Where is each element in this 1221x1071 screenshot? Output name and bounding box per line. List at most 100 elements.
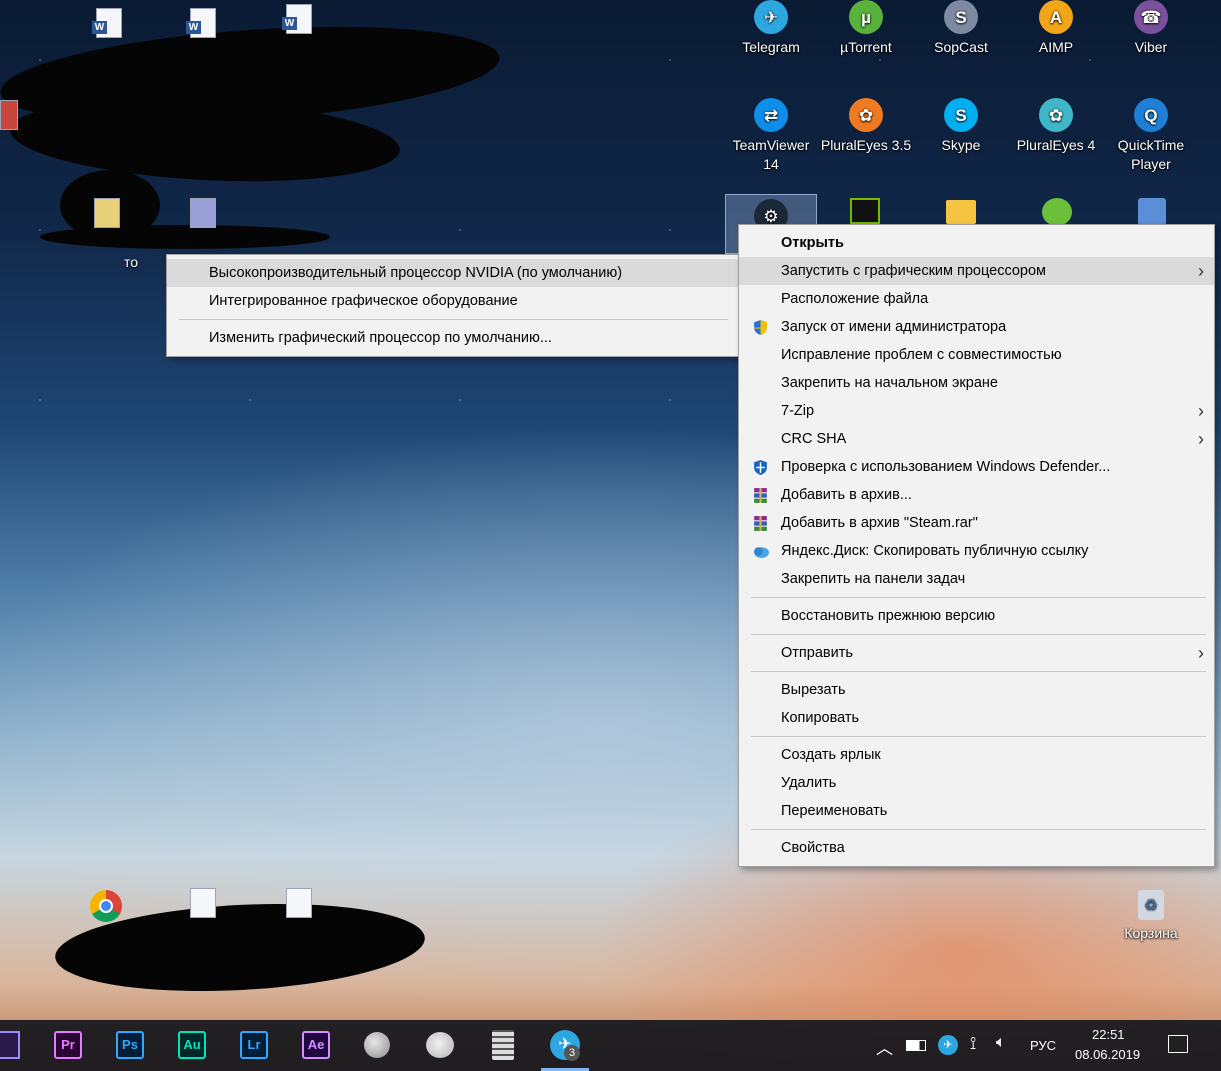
desktop-icon-label: TeamViewer 14 <box>732 137 810 172</box>
taskbar-photoshop-icon[interactable]: Ps <box>116 1031 144 1059</box>
desktop-icon-label: Telegram <box>742 39 800 55</box>
file-icon[interactable] <box>286 888 312 918</box>
file-icon[interactable] <box>0 100 18 130</box>
menu-item-label: Создать ярлык <box>781 747 881 763</box>
menu-item-add-to-steam-rar[interactable]: Добавить в архив "Steam.rar" <box>739 509 1214 537</box>
menu-item-cut[interactable]: Вырезать <box>739 676 1214 704</box>
desktop-icon-utorrent[interactable]: µ µTorrent <box>820 0 912 57</box>
menu-item-label: Добавить в архив "Steam.rar" <box>781 515 978 531</box>
green-app-icon[interactable] <box>1042 198 1072 226</box>
menu-item-label: Восстановить прежнюю версию <box>781 608 996 624</box>
menu-item-label: Удалить <box>781 775 837 791</box>
installer-icon[interactable] <box>1138 198 1166 226</box>
menu-item-pin-start[interactable]: Закрепить на начальном экране <box>739 369 1214 397</box>
menu-item-send-to[interactable]: Отправить › <box>739 639 1214 667</box>
taskbar-premiere-icon[interactable]: Pr <box>54 1031 82 1059</box>
menu-separator <box>751 634 1206 635</box>
menu-item-run-with-gpu[interactable]: Запустить с графическим процессором › <box>739 257 1214 285</box>
menu-item-label: Добавить в архив... <box>781 487 912 503</box>
menu-item-run-as-admin[interactable]: Запуск от имени администратора <box>739 313 1214 341</box>
menu-item-properties[interactable]: Свойства <box>739 834 1214 862</box>
desktop-icon-label: QuickTime Player <box>1117 137 1185 172</box>
menu-item-label: Исправление проблем с совместимостью <box>781 347 1062 363</box>
file-icon[interactable] <box>190 198 216 228</box>
menu-item-label: Запустить с графическим процессором <box>781 263 1047 279</box>
word-document-icon[interactable]: W <box>186 8 216 38</box>
taskbar-speaker-app-icon[interactable] <box>364 1032 390 1058</box>
tray-clock-date[interactable]: 08.06.2019 <box>1075 1047 1140 1062</box>
menu-separator <box>751 671 1206 672</box>
start-app-partial-icon[interactable] <box>0 1031 20 1059</box>
menu-item-yandex-disk-link[interactable]: Яндекс.Диск: Скопировать публичную ссылк… <box>739 537 1214 565</box>
menu-item-copy[interactable]: Копировать <box>739 704 1214 732</box>
taskbar-snipping-tool-icon[interactable] <box>426 1032 454 1058</box>
tray-telegram-icon[interactable]: ✈ <box>938 1035 958 1055</box>
taskbar-aftereffects-icon[interactable]: Ae <box>302 1031 330 1059</box>
word-document-icon[interactable]: W <box>282 4 312 34</box>
action-center-icon[interactable] <box>1168 1035 1188 1053</box>
desktop-icon-pluraleyes-35[interactable]: ✿ PluralEyes 3.5 <box>820 98 912 155</box>
menu-item-troubleshoot-compat[interactable]: Исправление проблем с совместимостью <box>739 341 1214 369</box>
desktop-icon-sopcast[interactable]: S SopCast <box>915 0 1007 57</box>
menu-item-label: Вырезать <box>781 682 846 698</box>
menu-separator <box>179 319 728 320</box>
desktop-icon-pluraleyes-4[interactable]: ✿ PluralEyes 4 <box>1010 98 1102 155</box>
tray-battery-icon[interactable] <box>906 1040 926 1051</box>
pluraleyes-icon: ✿ <box>1039 98 1073 132</box>
menu-item-label: Отправить <box>781 645 853 661</box>
menu-item-label: Переименовать <box>781 803 888 819</box>
file-icon[interactable] <box>94 198 120 228</box>
context-menu: Открыть Запустить с графическим процессо… <box>738 224 1215 867</box>
desktop-icon-recycle-bin[interactable]: ♻ Корзина <box>1105 890 1197 943</box>
pluraleyes-icon: ✿ <box>849 98 883 132</box>
gpu-submenu: Высокопроизводительный процессор NVIDIA … <box>166 254 741 357</box>
taskbar-lightroom-icon[interactable]: Lr <box>240 1031 268 1059</box>
desktop-icon-teamviewer[interactable]: ⇄ TeamViewer 14 <box>725 98 817 174</box>
folder-icon[interactable] <box>946 200 976 224</box>
desktop-icon-viber[interactable]: ☎ Viber <box>1105 0 1197 57</box>
taskbar: Pr Ps Au Lr Ae ✈ 3 ︿ ✈ ⟟ 🔈︎ РУС 22:51 08… <box>0 1020 1221 1071</box>
menu-item-file-location[interactable]: Расположение файла <box>739 285 1214 313</box>
menu-item-label: Открыть <box>781 235 844 251</box>
menu-item-nvidia-gpu[interactable]: Высокопроизводительный процессор NVIDIA … <box>167 259 740 287</box>
tray-wifi-icon[interactable]: ⟟ <box>970 1034 976 1054</box>
desktop-icon-skype[interactable]: S Skype <box>915 98 1007 155</box>
menu-item-defender-scan[interactable]: Проверка с использованием Windows Defend… <box>739 453 1214 481</box>
winrar-icon <box>754 488 767 503</box>
menu-item-7zip[interactable]: 7-Zip › <box>739 397 1214 425</box>
quicktime-icon: Q <box>1134 98 1168 132</box>
tray-language[interactable]: РУС <box>1030 1038 1056 1053</box>
desktop-icon-aimp[interactable]: A AIMP <box>1010 0 1102 57</box>
menu-item-pin-taskbar[interactable]: Закрепить на панели задач <box>739 565 1214 593</box>
taskbar-calculator-icon[interactable] <box>492 1030 514 1060</box>
tray-chevron-up-icon[interactable]: ︿ <box>876 1034 893 1059</box>
menu-item-label: Запуск от имени администратора <box>781 319 1007 335</box>
menu-item-crc-sha[interactable]: CRC SHA › <box>739 425 1214 453</box>
chrome-icon[interactable] <box>90 890 122 922</box>
utorrent-icon: µ <box>849 0 883 34</box>
menu-item-restore-previous-version[interactable]: Восстановить прежнюю версию <box>739 602 1214 630</box>
tray-volume-icon[interactable]: 🔈︎ <box>996 1034 1006 1052</box>
desktop-icon-telegram[interactable]: ✈ Telegram <box>725 0 817 57</box>
defender-icon <box>754 460 767 475</box>
chevron-right-icon: › <box>1198 261 1204 281</box>
nvidia-icon[interactable] <box>850 198 880 224</box>
word-document-icon[interactable]: W <box>92 8 122 38</box>
desktop-icon-label: SopCast <box>934 39 988 55</box>
taskbar-audition-icon[interactable]: Au <box>178 1031 206 1059</box>
menu-item-integrated-gpu[interactable]: Интегрированное графическое оборудование <box>167 287 740 315</box>
menu-item-add-to-archive[interactable]: Добавить в архив... <box>739 481 1214 509</box>
menu-item-label: Расположение файла <box>781 291 929 307</box>
menu-item-rename[interactable]: Переименовать <box>739 797 1214 825</box>
viber-icon: ☎ <box>1134 0 1168 34</box>
menu-separator <box>751 829 1206 830</box>
menu-item-create-shortcut[interactable]: Создать ярлык <box>739 741 1214 769</box>
menu-item-open[interactable]: Открыть <box>739 229 1214 257</box>
menu-item-delete[interactable]: Удалить <box>739 769 1214 797</box>
file-icon[interactable] <box>190 888 216 918</box>
desktop-icon-quicktime[interactable]: Q QuickTime Player <box>1105 98 1197 174</box>
menu-item-change-default-gpu[interactable]: Изменить графический процессор по умолча… <box>167 324 740 352</box>
telegram-unread-badge: 3 <box>564 1045 580 1061</box>
tray-clock-time[interactable]: 22:51 <box>1092 1027 1125 1042</box>
redaction-scribble <box>40 225 330 249</box>
